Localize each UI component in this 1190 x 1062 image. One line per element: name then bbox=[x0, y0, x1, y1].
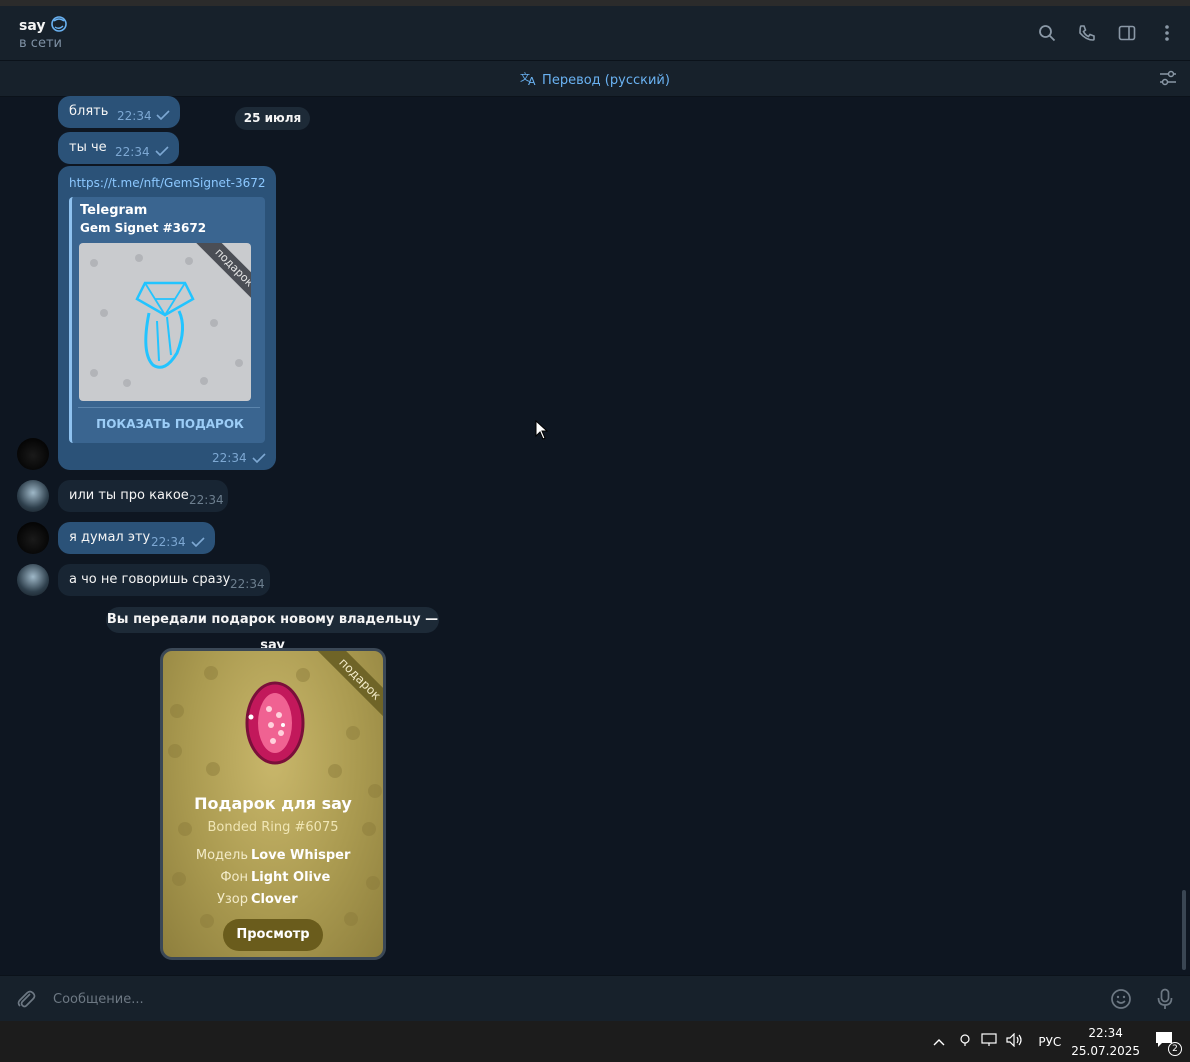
message-text: я думал эту bbox=[69, 530, 151, 545]
service-message: Вы передали подарок новому владельцу — s… bbox=[106, 607, 439, 653]
gift-attribute-row: Модель Love Whisper bbox=[163, 848, 383, 866]
volume-icon[interactable] bbox=[1006, 1032, 1024, 1051]
translate-bar[interactable]: 文A Перевод (русский) bbox=[0, 61, 1190, 97]
message-bubble[interactable]: или ты про какое 22:34 bbox=[58, 480, 228, 512]
message-time: 22:34 bbox=[212, 451, 247, 465]
emoji-status-icon bbox=[49, 15, 69, 37]
message-bubble[interactable]: я думал эту 22:34 bbox=[58, 522, 215, 554]
attribute-value: Light Olive bbox=[251, 870, 331, 885]
clock-date: 25.07.2025 bbox=[1071, 1043, 1140, 1058]
microphone-icon[interactable] bbox=[1156, 988, 1174, 1014]
translate-settings-icon[interactable] bbox=[1158, 69, 1178, 91]
attach-icon[interactable] bbox=[15, 988, 37, 1014]
message-text: или ты про какое bbox=[69, 488, 189, 503]
gift-attribute-row: Узор Clover bbox=[163, 892, 383, 910]
network-icon[interactable] bbox=[980, 1032, 998, 1051]
contact-name[interactable]: say bbox=[19, 18, 45, 34]
notifications-icon[interactable]: 2 bbox=[1154, 1030, 1182, 1056]
message-time: 22:34 bbox=[117, 109, 152, 123]
contact-status: в сети bbox=[19, 36, 62, 51]
webcam-icon[interactable] bbox=[958, 1032, 972, 1051]
header-actions bbox=[1036, 22, 1178, 44]
read-check-icon bbox=[155, 145, 169, 160]
contact-name-row[interactable]: say bbox=[19, 15, 69, 37]
message-link[interactable]: https://t.me/nft/GemSignet-3672 bbox=[69, 176, 266, 190]
attribute-key: Узор bbox=[216, 892, 248, 907]
translate-button[interactable]: 文A Перевод (русский) bbox=[0, 70, 1190, 90]
svg-text:A: A bbox=[528, 75, 536, 86]
message-composer bbox=[0, 975, 1190, 1021]
read-check-icon bbox=[252, 452, 266, 467]
more-menu-icon[interactable] bbox=[1156, 22, 1178, 44]
taskbar-clock[interactable]: 22:34 25.07.2025 bbox=[1071, 1024, 1140, 1060]
message-bubble[interactable]: а чо не говоришь сразу 22:34 bbox=[58, 564, 270, 596]
attribute-key: Фон bbox=[220, 870, 248, 885]
message-text: ты че bbox=[69, 140, 107, 155]
avatar[interactable] bbox=[17, 564, 49, 596]
read-check-icon bbox=[191, 536, 205, 551]
read-check-icon bbox=[156, 109, 170, 124]
preview-site-name: Telegram bbox=[80, 203, 148, 218]
attribute-key: Модель bbox=[195, 848, 248, 863]
chat-scrollbar[interactable] bbox=[1182, 890, 1186, 970]
phone-icon[interactable] bbox=[1076, 22, 1098, 44]
gift-attribute-row: Фон Light Olive bbox=[163, 870, 383, 888]
message-time: 22:34 bbox=[115, 145, 150, 159]
message-bubble[interactable]: ты че 22:34 bbox=[58, 132, 179, 164]
show-gift-button[interactable]: ПОКАЗАТЬ ПОДАРОК bbox=[72, 417, 268, 431]
view-gift-button[interactable]: Просмотр bbox=[223, 919, 323, 951]
attribute-value: Love Whisper bbox=[251, 848, 351, 863]
sidebar-toggle-icon[interactable] bbox=[1116, 22, 1138, 44]
message-input[interactable] bbox=[53, 988, 1083, 1010]
notification-count-badge: 2 bbox=[1168, 1041, 1182, 1056]
attribute-value: Clover bbox=[251, 892, 298, 907]
message-text: а чо не говоришь сразу bbox=[69, 572, 231, 587]
clock-time: 22:34 bbox=[1088, 1025, 1123, 1040]
gift-card[interactable]: подарок Подарок для say Bonded Ring #607… bbox=[160, 648, 386, 960]
mouse-cursor-icon bbox=[535, 419, 549, 444]
bonded-ring-illustration bbox=[245, 681, 305, 765]
preview-divider bbox=[78, 407, 260, 408]
chevron-up-icon[interactable] bbox=[932, 1032, 946, 1051]
message-time: 22:34 bbox=[151, 535, 186, 549]
message-text: блять bbox=[69, 104, 109, 119]
avatar[interactable] bbox=[17, 438, 49, 470]
os-taskbar: РУС 22:34 25.07.2025 2 bbox=[0, 1021, 1190, 1062]
gift-preview-image[interactable]: подарок bbox=[79, 243, 251, 401]
message-time: 22:34 bbox=[189, 493, 224, 507]
date-separator: 25 июля bbox=[235, 107, 310, 130]
emoji-icon[interactable] bbox=[1110, 988, 1132, 1014]
chat-header[interactable]: say в сети bbox=[0, 6, 1190, 61]
avatar[interactable] bbox=[17, 480, 49, 512]
translate-label: Перевод (русский) bbox=[542, 72, 670, 88]
preview-title: Gem Signet #3672 bbox=[80, 221, 207, 235]
message-bubble[interactable]: блять 22:34 bbox=[58, 96, 180, 128]
input-language[interactable]: РУС bbox=[1038, 1035, 1061, 1049]
avatar[interactable] bbox=[17, 522, 49, 554]
message-time: 22:34 bbox=[230, 577, 265, 591]
search-icon[interactable] bbox=[1036, 22, 1058, 44]
gift-title: Подарок для say bbox=[194, 794, 352, 813]
translate-icon: 文A bbox=[520, 70, 538, 90]
gift-subtitle: Bonded Ring #6075 bbox=[207, 820, 339, 835]
system-tray: РУС 22:34 25.07.2025 2 bbox=[924, 1021, 1190, 1062]
